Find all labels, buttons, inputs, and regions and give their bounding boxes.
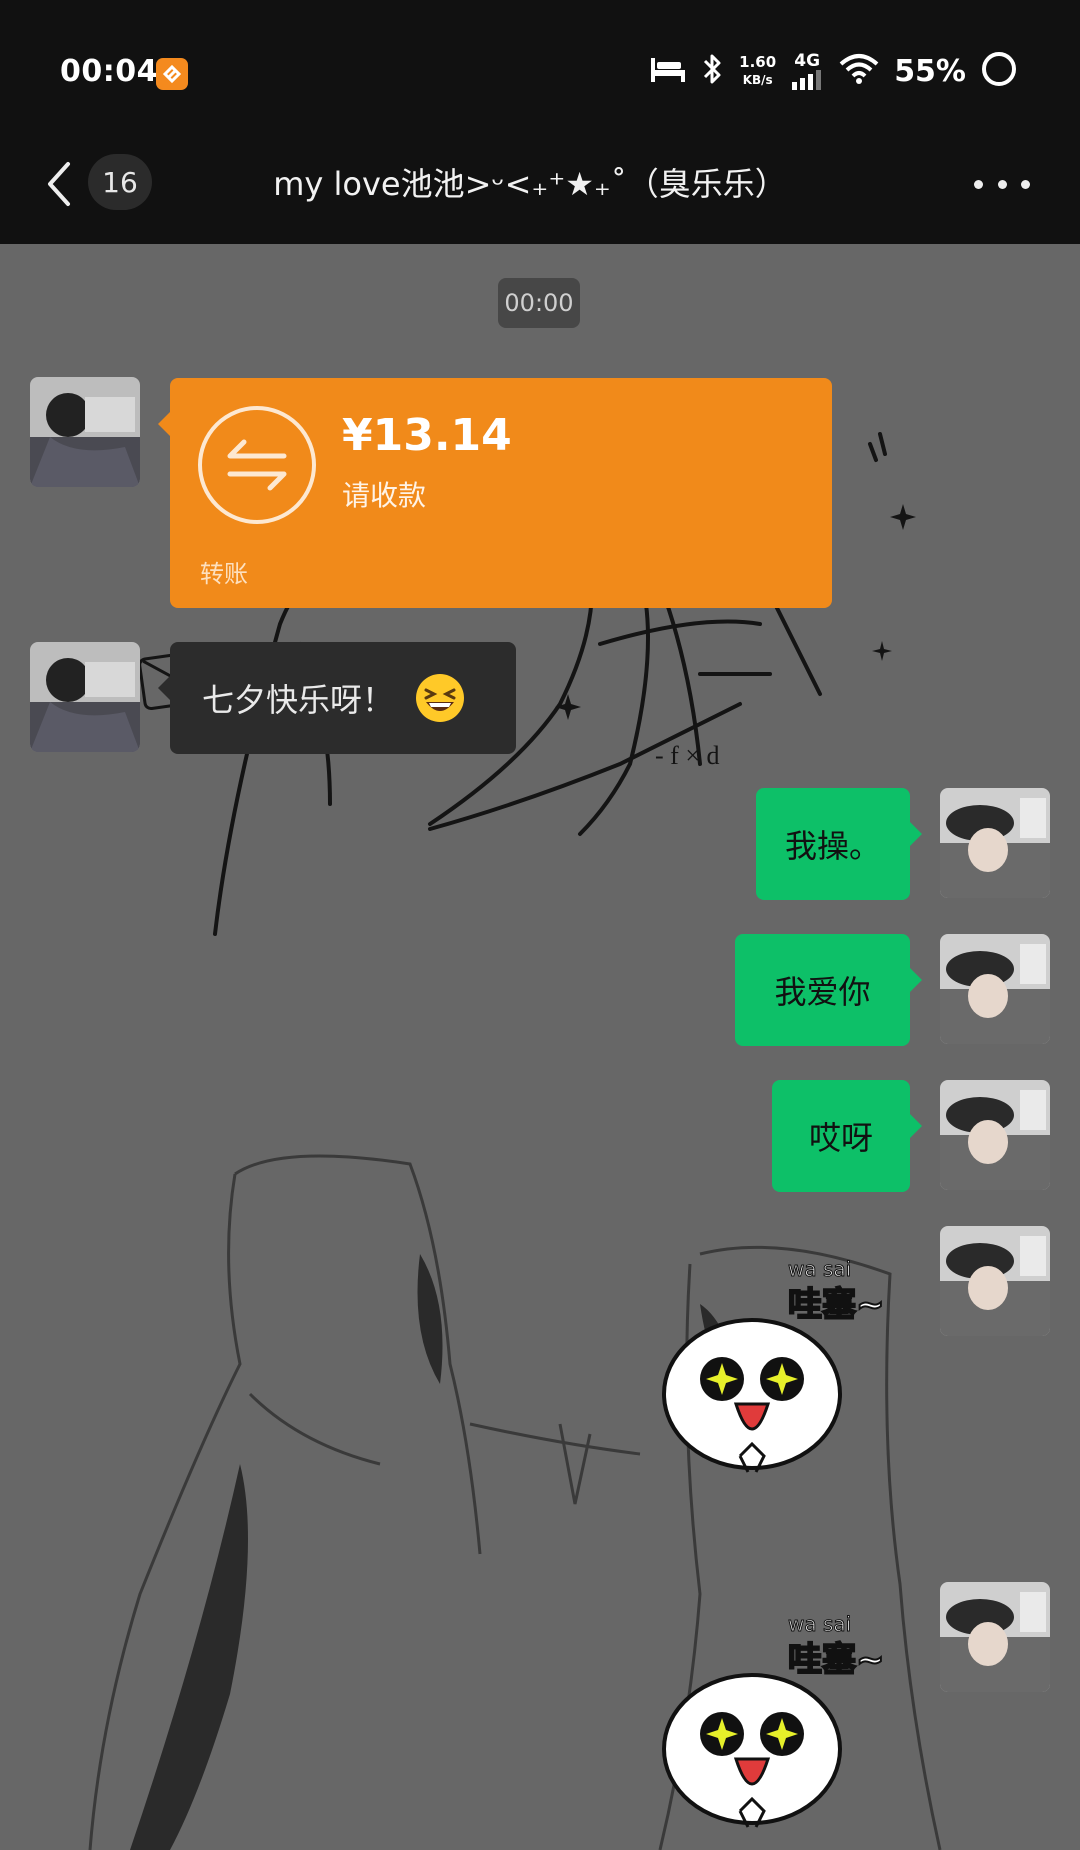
grinning-squinting-face-icon — [414, 672, 466, 724]
chat-title: my love池池>ᵕ<₊⁺★₊˚（臭乐乐） — [273, 165, 787, 203]
chat-title-bar: 16 my love池池>ᵕ<₊⁺★₊˚（臭乐乐） — [0, 140, 1080, 244]
transfer-amount: ¥13.14 — [342, 410, 512, 461]
sticker-message[interactable]: wa sai 哇塞~ — [660, 1599, 890, 1839]
message-bubble[interactable]: 哎呀 — [772, 1080, 922, 1192]
my-avatar[interactable] — [940, 1582, 1050, 1692]
status-time: 00:04 — [60, 54, 158, 89]
status-bar: 00:04 1.60 KB/s 4G 55% — [0, 0, 1080, 140]
dot-icon — [974, 179, 983, 189]
sticker-caption: 哇塞~ — [788, 1640, 885, 1680]
more-options-button[interactable] — [974, 164, 1030, 204]
signal-bars-icon — [792, 69, 822, 90]
my-avatar[interactable] — [940, 788, 1050, 898]
status-icons: 1.60 KB/s 4G 55% — [649, 46, 1018, 96]
transfer-message-card[interactable]: ¥13.14 请收款 转账 — [158, 378, 832, 608]
message-bubble[interactable]: 我爱你 — [735, 934, 922, 1046]
battery-ring-icon — [980, 50, 1018, 92]
contact-avatar[interactable] — [30, 642, 140, 752]
network-speed: 1.60 KB/s — [739, 53, 776, 89]
chat-area[interactable]: - f × d 00:00 ¥13.14 请收款 转账 七夕快乐呀！ 我操。 我… — [0, 244, 1080, 1850]
message-bubble[interactable]: 七夕快乐呀！ — [158, 642, 516, 754]
speed-unit: KB/s — [742, 73, 773, 87]
cellular-signal: 4G — [790, 50, 824, 90]
message-text: 我操。 — [784, 827, 881, 865]
my-avatar[interactable] — [940, 934, 1050, 1044]
speed-value: 1.60 — [739, 53, 777, 71]
message-timestamp: 00:00 — [498, 278, 580, 328]
dot-icon — [1021, 179, 1030, 189]
network-type: 4G — [794, 50, 821, 71]
svg-text:- f × d: - f × d — [655, 741, 719, 770]
sticker-romaji: wa sai — [788, 1612, 851, 1636]
message-text: 七夕快乐呀！ — [202, 681, 395, 719]
sticker-romaji: wa sai — [788, 1257, 851, 1281]
unread-count-badge[interactable]: 16 — [88, 154, 152, 210]
transfer-label: 转账 — [200, 560, 248, 588]
contact-avatar[interactable] — [30, 377, 140, 487]
dot-icon — [997, 179, 1007, 189]
transfer-arrows-icon — [198, 406, 316, 524]
notification-app-icon — [156, 58, 188, 90]
message-text: 我爱你 — [774, 973, 871, 1011]
chevron-left-icon — [48, 162, 70, 206]
back-button[interactable] — [40, 156, 80, 212]
my-avatar[interactable] — [940, 1226, 1050, 1336]
message-bubble[interactable]: 我操。 — [756, 788, 922, 900]
sticker-caption: 哇塞~ — [788, 1285, 885, 1325]
wifi-icon — [838, 52, 880, 90]
sticker-message[interactable]: wa sai 哇塞~ — [660, 1244, 890, 1484]
battery-percent: 55% — [894, 53, 966, 89]
message-text: 哎呀 — [808, 1119, 873, 1157]
my-avatar[interactable] — [940, 1080, 1050, 1190]
bluetooth-icon — [701, 52, 725, 90]
transfer-status: 请收款 — [342, 479, 427, 512]
bed-icon — [649, 54, 687, 88]
